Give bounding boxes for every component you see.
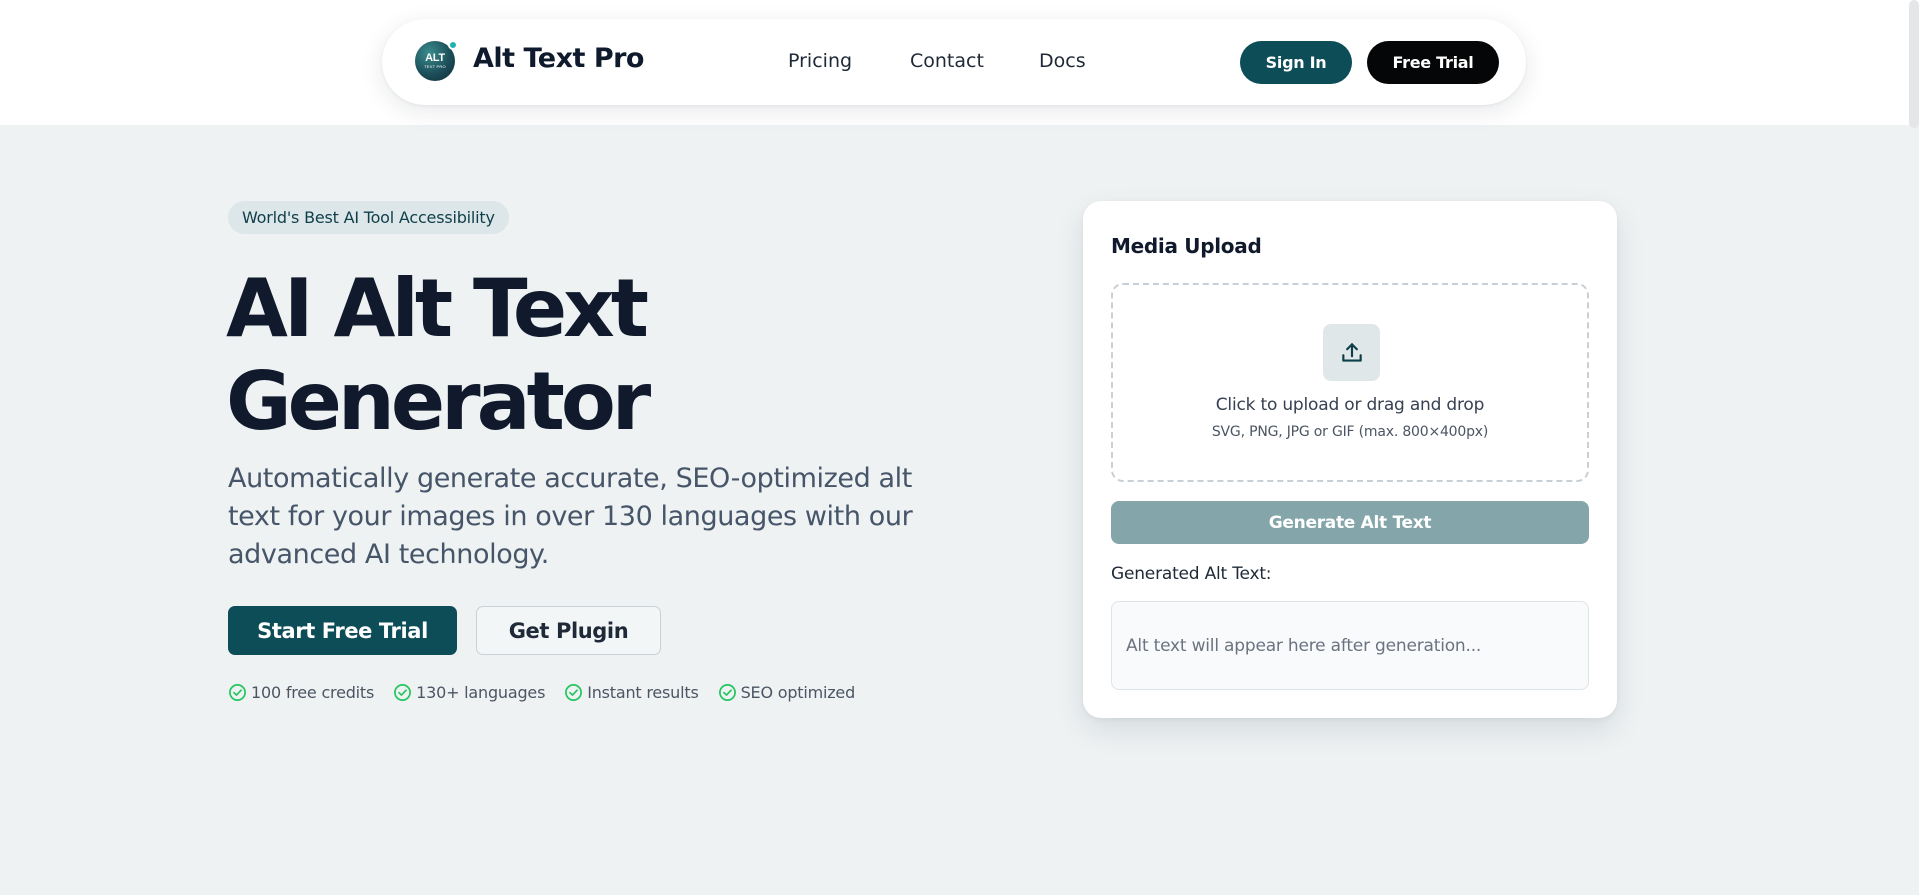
- media-upload-card: Media Upload Click to upload or drag and…: [1083, 201, 1617, 718]
- feature-item: 130+ languages: [393, 683, 545, 702]
- hero-title-line-1: AI Alt Text: [226, 262, 649, 355]
- feature-label: 100 free credits: [251, 683, 375, 702]
- upload-dropzone[interactable]: Click to upload or drag and drop SVG, PN…: [1111, 283, 1589, 482]
- scrollbar-thumb[interactable]: [1909, 0, 1919, 128]
- dropzone-instruction: Click to upload or drag and drop: [1215, 395, 1485, 415]
- feature-label: 130+ languages: [416, 683, 546, 702]
- card-title: Media Upload: [1111, 234, 1262, 258]
- navbar: ALT TEXT PRO Alt Text Pro Pricing Contac…: [382, 19, 1526, 105]
- feature-list: 100 free credits 130+ languages Instant …: [228, 683, 855, 702]
- generate-alt-text-button[interactable]: Generate Alt Text: [1111, 501, 1589, 544]
- hero-title: AI Alt Text Generator: [226, 262, 651, 448]
- upload-icon-box[interactable]: [1323, 324, 1380, 381]
- check-circle-icon: [229, 684, 246, 701]
- generated-alt-text-label: Generated Alt Text:: [1111, 564, 1272, 584]
- nav-link-docs[interactable]: Docs: [1039, 50, 1086, 72]
- check-circle-icon: [718, 684, 736, 701]
- logo-dot-icon: [448, 40, 458, 50]
- start-free-trial-button[interactable]: Start Free Trial: [228, 606, 457, 655]
- check-circle-icon: [394, 684, 412, 701]
- hero-subtitle: Automatically generate accurate, SEO-opt…: [228, 463, 913, 570]
- logo-subtext: TEXT PRO: [424, 64, 446, 69]
- brand-name[interactable]: Alt Text Pro: [473, 43, 644, 74]
- generated-alt-text-output[interactable]: Alt text will appear here after generati…: [1111, 601, 1589, 690]
- nav-link-contact[interactable]: Contact: [910, 50, 984, 72]
- hero-title-line-2: Generator: [226, 355, 651, 448]
- free-trial-button[interactable]: Free Trial: [1367, 41, 1499, 84]
- feature-label: SEO optimized: [740, 683, 856, 702]
- dropzone-file-hint: SVG, PNG, JPG or GIF (max. 800×400px): [1211, 424, 1489, 440]
- sign-in-button[interactable]: Sign In: [1240, 41, 1352, 84]
- nav-link-pricing[interactable]: Pricing: [788, 50, 852, 72]
- logo-text: ALT: [425, 52, 445, 64]
- hero-badge: World's Best AI Tool Accessibility: [228, 201, 509, 234]
- feature-item: SEO optimized: [718, 683, 855, 702]
- get-plugin-button[interactable]: Get Plugin: [476, 606, 661, 655]
- feature-item: 100 free credits: [228, 683, 374, 702]
- upload-icon: [1341, 342, 1362, 362]
- top-bar: ALT TEXT PRO Alt Text Pro Pricing Contac…: [0, 0, 1919, 125]
- feature-label: Instant results: [587, 683, 699, 702]
- feature-item: Instant results: [564, 683, 699, 702]
- check-circle-icon: [565, 684, 583, 701]
